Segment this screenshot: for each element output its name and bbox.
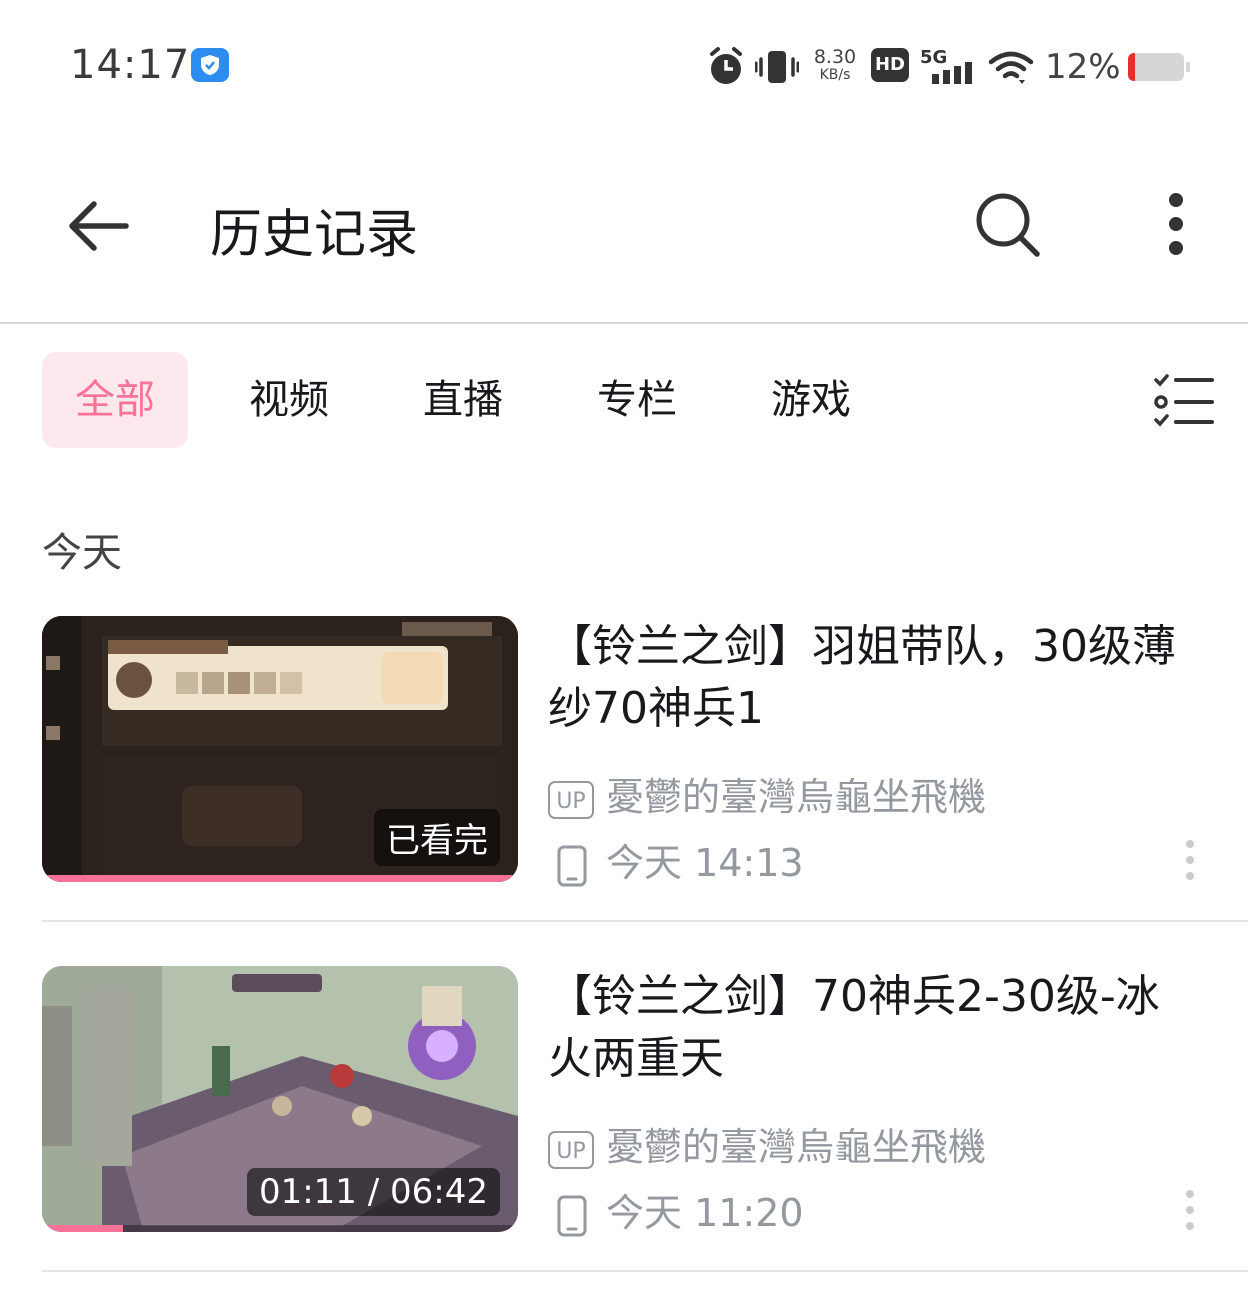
batch-manage-button[interactable] <box>1150 372 1216 432</box>
history-item[interactable]: 01:11 / 06:42 【铃兰之剑】70神兵2-30级-冰火两重天 UP 憂鬱… <box>42 966 1248 1266</box>
watch-time: 今天 14:13 <box>606 841 804 885</box>
phone-icon <box>557 1195 587 1236</box>
checklist-icon <box>1154 374 1214 427</box>
more-vertical-icon <box>1186 840 1194 880</box>
up-tag: UP <box>548 1130 594 1169</box>
section-title-today: 今天 <box>42 530 122 576</box>
video-thumbnail[interactable]: 已看完 <box>42 616 518 882</box>
item-divider <box>42 920 1248 922</box>
watch-time-row: 今天 11:20 <box>548 1188 804 1238</box>
watch-time: 今天 11:20 <box>606 1191 804 1235</box>
tab-column[interactable]: 专栏 <box>564 352 710 448</box>
search-icon <box>976 193 1040 257</box>
app-shield-icon <box>191 48 229 82</box>
tab-video[interactable]: 视频 <box>216 352 362 448</box>
header-divider <box>0 322 1248 324</box>
battery-level <box>1128 53 1135 81</box>
item-more-button[interactable] <box>1176 1182 1206 1242</box>
history-item[interactable]: 已看完 【铃兰之剑】羽姐带队，30级薄纱70神兵1 UP 憂鬱的臺灣烏龜坐飛機 今… <box>42 616 1248 916</box>
more-options-button[interactable] <box>1150 182 1204 266</box>
author-name: 憂鬱的臺灣烏龜坐飛機 <box>606 1125 987 1169</box>
battery-icon <box>1128 53 1190 81</box>
more-vertical-icon <box>1186 1190 1194 1230</box>
top-app-bar: 历史记录 <box>0 160 1248 290</box>
up-tag: UP <box>548 780 594 819</box>
tab-game[interactable]: 游戏 <box>738 352 884 448</box>
network-speed: 8.30 KB/s <box>810 48 860 92</box>
watch-status-badge: 已看完 <box>374 809 500 866</box>
network-speed-value: 8.30 <box>813 46 857 68</box>
vibrate-icon <box>754 45 800 89</box>
item-divider <box>42 1270 1248 1272</box>
item-more-button[interactable] <box>1176 832 1206 892</box>
tab-live[interactable]: 直播 <box>390 352 536 448</box>
phone-icon <box>557 845 587 886</box>
search-button[interactable] <box>965 182 1049 266</box>
back-arrow-icon <box>69 201 129 251</box>
hd-badge: HD <box>871 48 909 82</box>
tab-all[interactable]: 全部 <box>42 352 188 448</box>
author-row[interactable]: UP 憂鬱的臺灣烏龜坐飛機 <box>548 1122 986 1172</box>
signal-5g-icon: 5G <box>920 46 976 90</box>
status-time: 14:17 <box>70 42 191 88</box>
signal-label: 5G <box>920 47 947 68</box>
watch-progress-bar <box>42 1225 123 1232</box>
author-row[interactable]: UP 憂鬱的臺灣烏龜坐飛機 <box>548 772 986 822</box>
author-name: 憂鬱的臺灣烏龜坐飛機 <box>606 775 987 819</box>
more-vertical-icon <box>1169 193 1183 255</box>
watch-time-row: 今天 14:13 <box>548 838 804 888</box>
network-speed-unit: KB/s <box>819 67 851 83</box>
video-title[interactable]: 【铃兰之剑】羽姐带队，30级薄纱70神兵1 <box>548 616 1188 740</box>
page-title: 历史记录 <box>210 205 419 265</box>
status-bar: 14:17 8.30 KB/s HD 5G 12% <box>0 0 1248 130</box>
battery-percent: 12% <box>1045 47 1121 87</box>
back-button[interactable] <box>60 186 140 266</box>
alarm-icon <box>706 45 746 89</box>
watch-progress-bar <box>42 875 518 882</box>
wifi-icon <box>988 50 1034 94</box>
video-thumbnail[interactable]: 01:11 / 06:42 <box>42 966 518 1232</box>
duration-badge: 01:11 / 06:42 <box>246 1168 500 1216</box>
video-title[interactable]: 【铃兰之剑】70神兵2-30级-冰火两重天 <box>548 966 1188 1090</box>
